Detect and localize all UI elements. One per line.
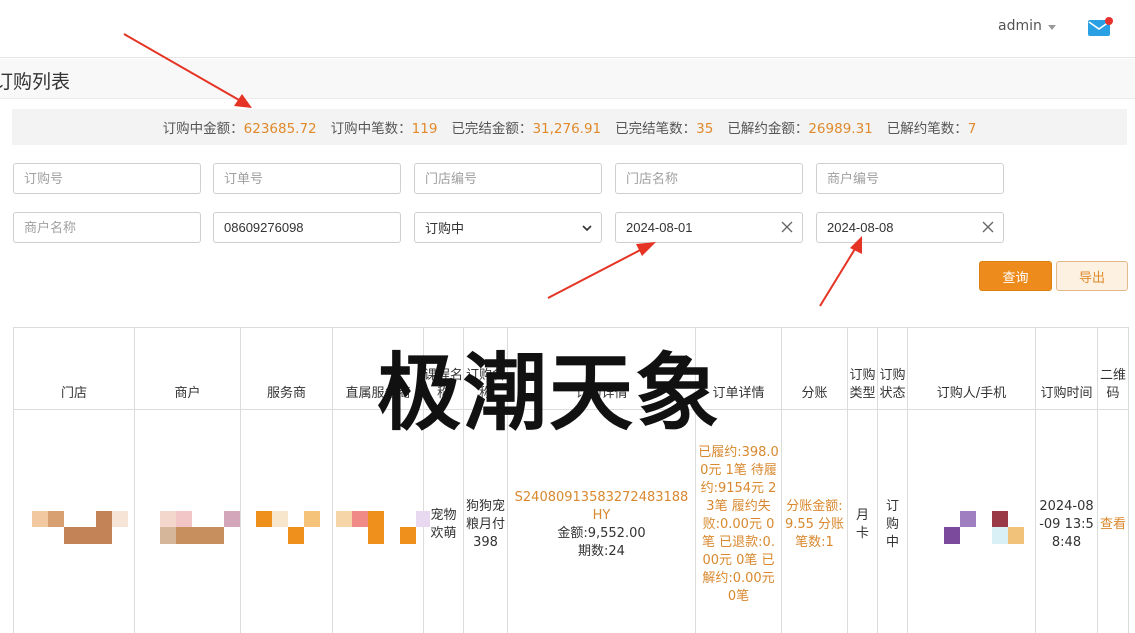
merchant-name-field[interactable] (13, 212, 201, 243)
column-header: 订购时间 (1035, 327, 1098, 410)
sub-order-no-input[interactable] (224, 171, 390, 186)
phone-field[interactable] (213, 212, 401, 243)
user-menu[interactable]: admin (998, 18, 1056, 34)
column-header: 订购人/手机 (907, 327, 1036, 410)
mail-notification-icon[interactable] (1088, 17, 1114, 37)
summary-item: 已完结金额：31,276.91 (451, 121, 602, 137)
summary-item: 订购中金额：623685.72 (162, 121, 317, 137)
column-header: 二维码 (1097, 327, 1129, 410)
date-end-input[interactable] (827, 220, 993, 235)
column-header: 订购类型 (847, 327, 878, 410)
column-header: 门店 (13, 327, 135, 410)
clear-icon[interactable] (981, 220, 995, 234)
redaction-mosaic (942, 510, 1026, 546)
date-start-field[interactable] (615, 212, 803, 243)
column-header: 服务商 (240, 327, 333, 410)
export-button[interactable]: 导出 (1056, 261, 1128, 291)
chevron-down-icon (582, 225, 592, 232)
date-end-field[interactable] (816, 212, 1004, 243)
column-header: 订购状态 (877, 327, 908, 410)
status-select[interactable]: 订购中 (414, 212, 602, 243)
order-periods: 期数:24 (578, 543, 625, 559)
top-bar: admin (0, 0, 1135, 58)
summary-item: 已解约金额：26989.31 (727, 121, 873, 137)
sub-order-no-field[interactable] (213, 163, 401, 194)
page-title: 订购列表 (0, 71, 71, 93)
summary-item: 已解约笔数：7 (886, 121, 977, 137)
redaction-mosaic (30, 510, 430, 546)
query-button[interactable]: 查询 (979, 261, 1052, 291)
annotation-arrow-start-date (547, 242, 656, 299)
phone-input[interactable] (224, 220, 390, 235)
store-name-field[interactable] (615, 163, 803, 194)
annotation-arrow-end-date (819, 236, 862, 307)
store-no-field[interactable] (414, 163, 602, 194)
date-start-input[interactable] (626, 220, 792, 235)
column-header: 商户 (134, 327, 241, 410)
store-name-input[interactable] (626, 171, 792, 186)
chevron-down-icon (1047, 24, 1056, 30)
qrcode-view-link[interactable]: 查看 (1097, 409, 1129, 633)
merchant-no-input[interactable] (827, 171, 993, 186)
store-no-input[interactable] (425, 171, 591, 186)
column-header: 分账 (781, 327, 848, 410)
order-no-field[interactable] (13, 163, 201, 194)
order-id-link[interactable]: S24080913583272483188HY (510, 489, 693, 525)
split-cell: 分账金额:9.55 分账笔数:1 (781, 409, 848, 633)
summary-item: 已完结笔数：35 (615, 121, 714, 137)
order-time-cell: 2024-08-09 13:58:48 (1035, 409, 1098, 633)
clear-icon[interactable] (780, 220, 794, 234)
summary-bar: 订购中金额：623685.72 订购中笔数：119 已完结金额：31,276.9… (12, 109, 1127, 145)
status-select-value: 订购中 (425, 222, 465, 237)
merchant-no-field[interactable] (816, 163, 1004, 194)
summary-item: 订购中笔数：119 (330, 121, 438, 137)
order-amount: 金额:9,552.00 (557, 525, 646, 541)
watermark-overlay: 极潮天象 (377, 344, 722, 442)
status-cell: 订购中 (877, 409, 908, 633)
order-no-input[interactable] (24, 171, 190, 186)
merchant-name-input[interactable] (24, 220, 190, 235)
page-title-bar: 订购列表 (0, 59, 1135, 99)
user-name: admin (998, 18, 1042, 34)
type-cell: 月卡 (847, 409, 878, 633)
